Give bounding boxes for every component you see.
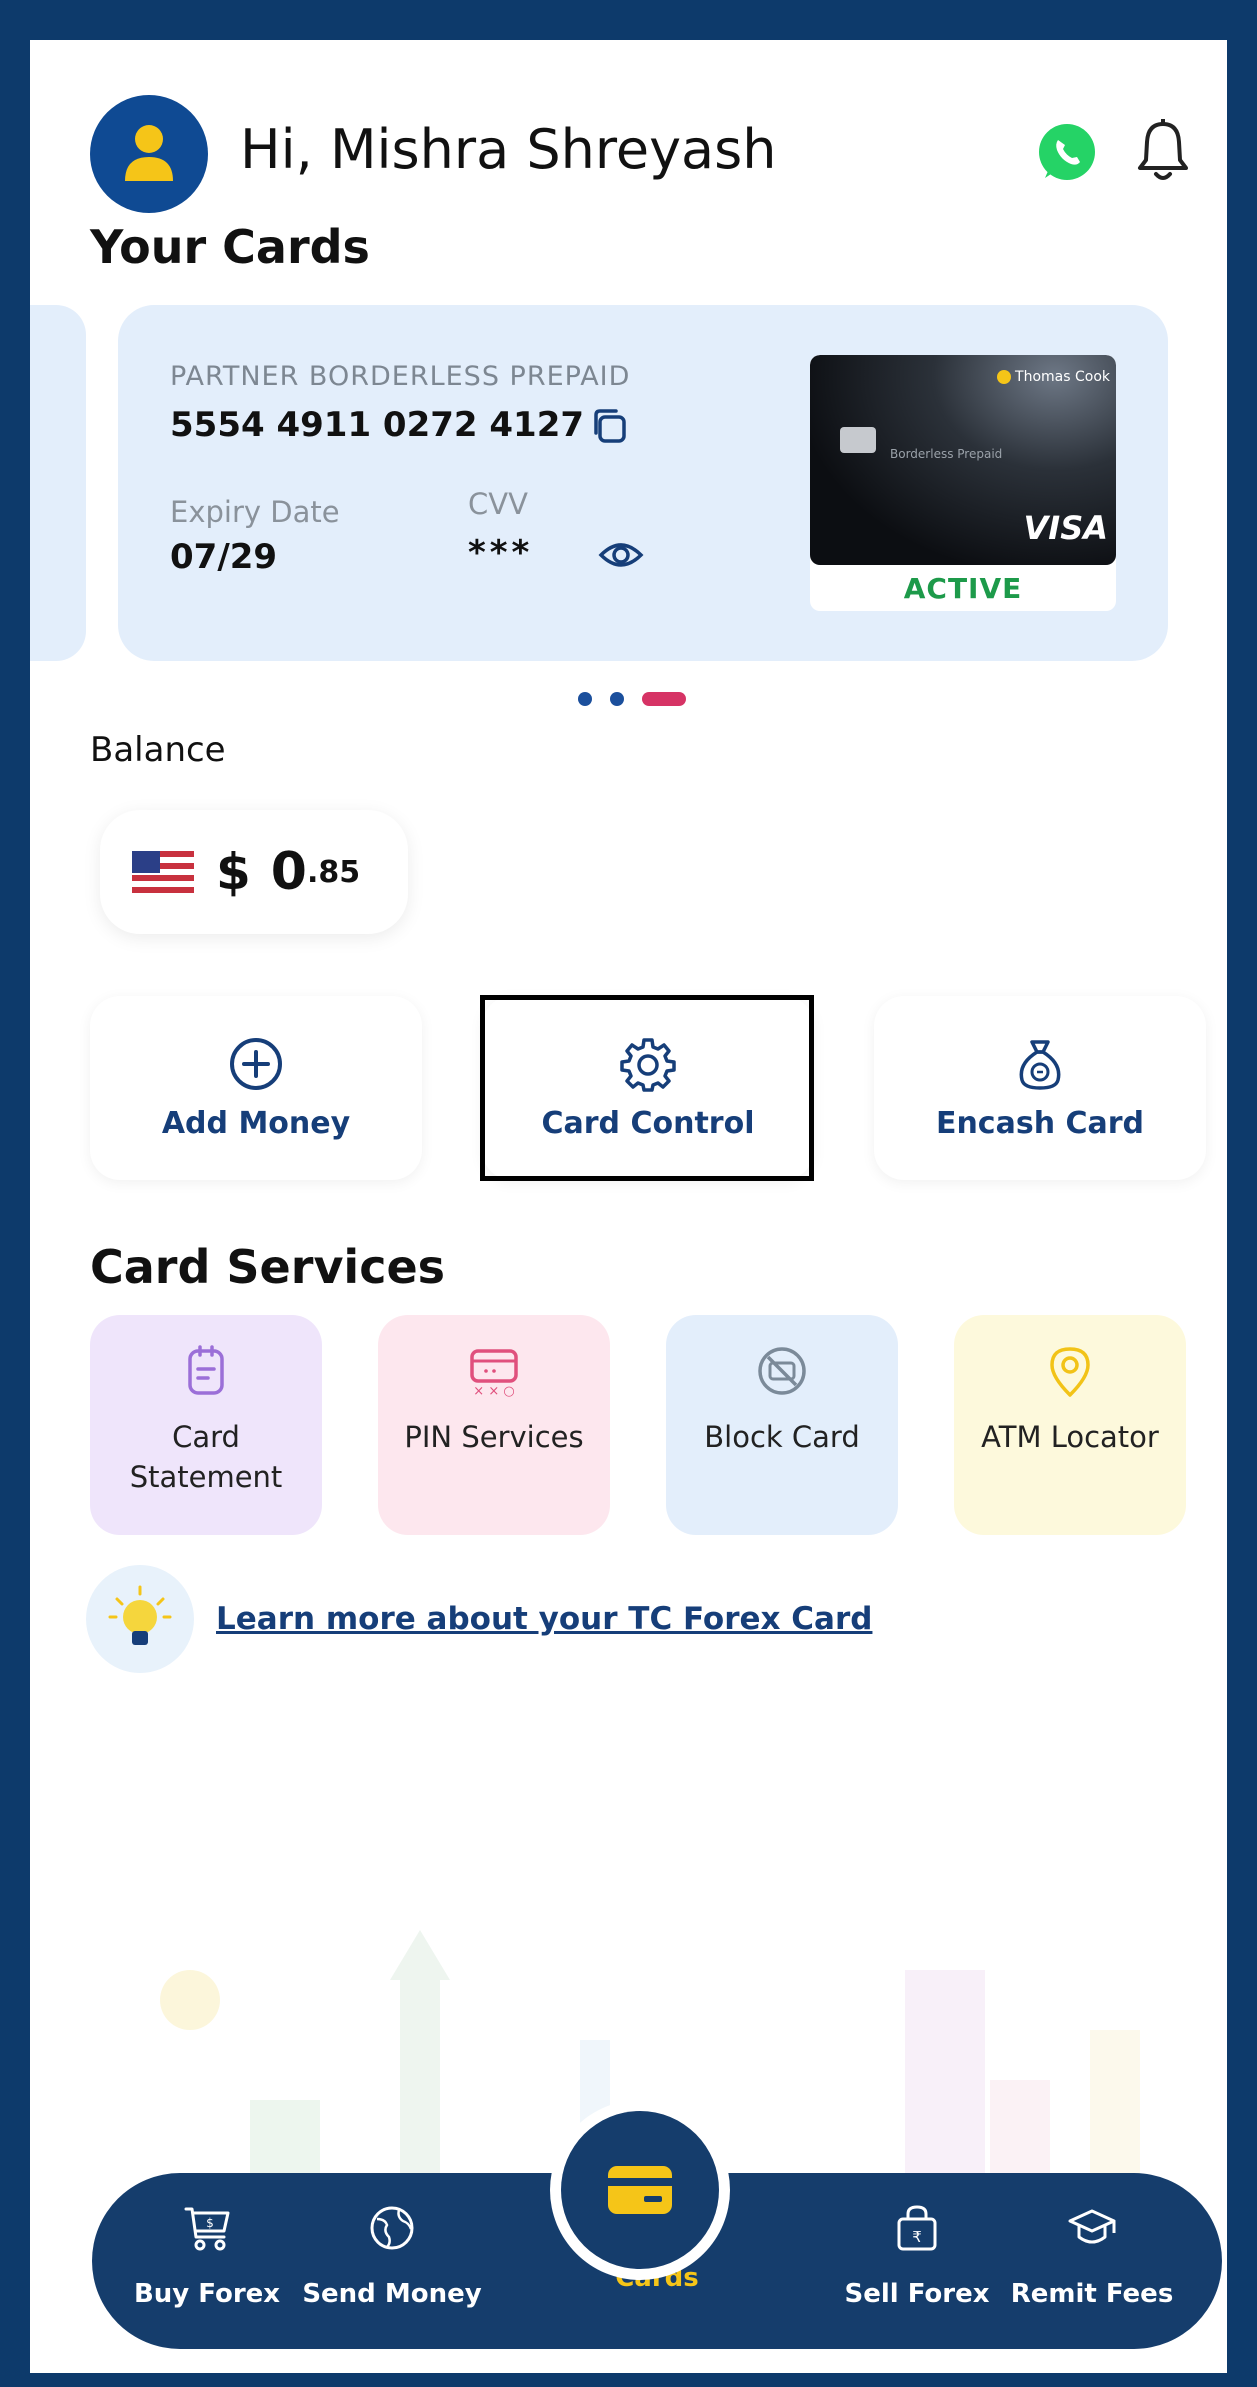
encash-card-label: Encash Card: [935, 1105, 1145, 1141]
bell-icon[interactable]: [1130, 116, 1196, 188]
your-cards-title: Your Cards: [90, 220, 370, 274]
expiry-value: 07/29: [170, 537, 278, 577]
whatsapp-icon[interactable]: [1035, 120, 1099, 184]
plus-circle-icon: [230, 1037, 282, 1090]
nav-sell-forex-label: Sell Forex: [844, 2279, 990, 2309]
app-screen: Hi, Mishra Shreyash Your Cards PARTNER B…: [30, 40, 1227, 2373]
card-panel[interactable]: PARTNER BORDERLESS PREPAID 5554 4911 027…: [118, 305, 1168, 661]
card-number: 5554 4911 0272 4127: [170, 405, 585, 445]
thomas-cook-logo-icon: [997, 370, 1012, 384]
location-pin-icon: [1050, 1347, 1090, 1397]
balance-amount: 0: [270, 842, 307, 902]
nav-remit-fees[interactable]: Remit Fees: [1002, 2203, 1182, 2309]
block-card-button[interactable]: Block Card: [666, 1315, 898, 1535]
learn-more-banner: Learn more about your TC Forex Card: [86, 1565, 872, 1673]
us-flag-icon: [132, 851, 194, 893]
card-chip-icon: [840, 427, 876, 453]
add-money-label: Add Money: [161, 1105, 351, 1141]
block-card-icon: [758, 1347, 806, 1395]
copy-icon[interactable]: [588, 405, 630, 447]
nav-buy-forex[interactable]: $ Buy Forex: [117, 2203, 297, 2309]
card-status-badge: ACTIVE: [903, 572, 1023, 605]
cvv-value: ***: [468, 533, 534, 573]
pin-services-label: PIN Services: [404, 1420, 584, 1454]
card-type: PARTNER BORDERLESS PREPAID: [170, 361, 631, 392]
carousel-dot[interactable]: [610, 692, 624, 706]
pin-card-icon: × × ○: [470, 1349, 518, 1399]
nav-send-money[interactable]: Send Money: [302, 2203, 482, 2309]
balance-label: Balance: [90, 730, 226, 770]
card-image: Thomas Cook Borderless Prepaid VISA ACTI…: [810, 355, 1116, 611]
cart-icon: $: [184, 2207, 230, 2251]
pin-services-button[interactable]: × × ○ PIN Services: [378, 1315, 610, 1535]
card-brand-text: Thomas Cook: [1015, 369, 1110, 385]
encash-card-button[interactable]: Encash Card: [874, 996, 1206, 1180]
greeting-text: Hi, Mishra Shreyash: [240, 118, 777, 181]
atm-locator-button[interactable]: ATM Locator: [954, 1315, 1186, 1535]
card-product-text: Borderless Prepaid: [890, 447, 1003, 461]
nav-sell-forex[interactable]: ₹ Sell Forex: [827, 2203, 1007, 2309]
nav-send-money-label: Send Money: [302, 2279, 482, 2309]
balance-fraction: .85: [306, 854, 361, 890]
cards-fab-button[interactable]: [561, 2111, 719, 2269]
svg-text:$: $: [206, 2216, 214, 2230]
shopping-bag-rupee-icon: ₹: [897, 2205, 937, 2251]
previous-card-peek[interactable]: [30, 305, 86, 661]
money-bag-icon: [1019, 1039, 1061, 1090]
nav-buy-forex-label: Buy Forex: [133, 2279, 281, 2309]
expiry-label: Expiry Date: [170, 495, 340, 529]
balance-currency: $: [216, 843, 251, 901]
globe-icon: [370, 2206, 414, 2250]
card-artwork: Thomas Cook Borderless Prepaid VISA: [810, 355, 1116, 565]
thomas-cook-logo: Thomas Cook: [997, 369, 1110, 385]
graduation-cap-icon: [1068, 2209, 1116, 2244]
statement-icon: [188, 1345, 224, 1395]
lightbulb-icon: [108, 1585, 172, 1645]
add-money-button[interactable]: Add Money: [90, 996, 422, 1180]
bulb-icon-wrap: [86, 1565, 194, 1673]
visa-logo: VISA: [1023, 509, 1108, 547]
learn-more-link[interactable]: Learn more about your TC Forex Card: [216, 1601, 872, 1637]
atm-locator-label: ATM Locator: [981, 1420, 1159, 1454]
card-control-highlight: [480, 995, 814, 1181]
balance-chip: $ 0 .85: [100, 810, 408, 934]
nav-remit-fees-label: Remit Fees: [1010, 2279, 1174, 2309]
eye-icon[interactable]: [598, 535, 644, 575]
cards-fab-ring: [550, 2100, 730, 2280]
header: Hi, Mishra Shreyash: [90, 90, 1188, 213]
carousel-dot[interactable]: [578, 692, 592, 706]
svg-text:₹: ₹: [912, 2228, 922, 2246]
block-card-label: Block Card: [704, 1420, 860, 1454]
user-icon: [125, 125, 173, 181]
card-icon: [608, 2166, 672, 2214]
card-services-title: Card Services: [90, 1240, 446, 1294]
card-statement-label: Card Statement: [129, 1420, 283, 1494]
svg-text:× × ○: × × ○: [473, 1384, 514, 1399]
cvv-label: CVV: [468, 487, 528, 521]
carousel-dot-active[interactable]: [642, 692, 686, 706]
carousel-indicator: [578, 692, 686, 706]
card-statement-button[interactable]: Card Statement: [90, 1315, 322, 1535]
avatar[interactable]: [90, 95, 208, 213]
